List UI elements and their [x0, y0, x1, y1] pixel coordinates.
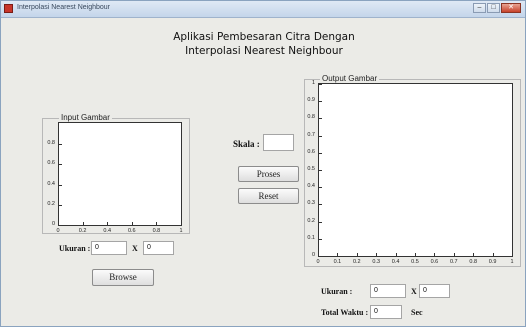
output-axes-y-tick-mark: [319, 152, 322, 154]
input-axes-x-tick-mark: [156, 222, 158, 225]
output-axes-y-tick-mark: [319, 256, 322, 257]
input-size-label: Ukuran :: [59, 244, 91, 253]
input-axes-y-tick-label: 0.2: [47, 200, 55, 207]
close-button[interactable]: ✕: [501, 3, 521, 13]
app-window: Interpolasi Nearest Neighbour ‒ □ ✕ Apli…: [0, 0, 526, 327]
input-axes-x-tick-mark: [82, 222, 84, 225]
input-axes-x-tick-label: 1: [179, 228, 183, 234]
seconds-label: Sec: [411, 308, 423, 317]
output-x-label: X: [411, 287, 417, 296]
output-axes-x-tick-mark: [434, 253, 436, 256]
input-panel-title: Input Gambar: [59, 113, 112, 122]
output-axes-y-tick-label: 0.8: [307, 114, 315, 121]
output-image-axes: [318, 83, 513, 257]
output-axes-x-tick-label: 0.4: [391, 259, 400, 265]
maximize-button[interactable]: □: [487, 3, 500, 13]
output-axes-x-tick-label: 0.6: [430, 259, 439, 265]
output-axes-x-tick-mark: [453, 253, 455, 256]
input-axes-y-tick-label: 0.4: [47, 180, 55, 187]
output-axes-x-tick-label: 1: [510, 259, 514, 265]
total-time-field[interactable]: 0: [370, 305, 402, 319]
app-heading-line2: Interpolasi Nearest Neighbour: [185, 45, 343, 57]
input-axes-y-tick-label: 0: [51, 221, 55, 227]
output-axes-x-tick-label: 0.5: [411, 259, 419, 265]
input-image-axes: [58, 122, 182, 226]
window-controls: ‒ □ ✕: [473, 3, 521, 13]
input-axes-x-tick-mark: [131, 222, 133, 225]
total-time-label: Total Waktu :: [321, 308, 369, 317]
input-axes-x-tick-mark: [107, 222, 109, 225]
output-axes-x-tick-mark: [473, 253, 475, 256]
output-axes-x-tick-mark: [415, 253, 416, 256]
window-title: Interpolasi Nearest Neighbour: [17, 4, 110, 11]
process-button[interactable]: Proses: [238, 166, 299, 182]
output-axes-x-tick-label: 0.2: [352, 259, 361, 265]
output-axes-x-tick-mark: [356, 253, 358, 256]
output-axes-y-tick-label: 0.9: [307, 97, 315, 104]
reset-button[interactable]: Reset: [238, 188, 299, 204]
output-axes-y-tick-mark: [319, 84, 322, 85]
output-axes-y-tick-label: 0.4: [307, 183, 315, 190]
input-axes-x-tick-label: 0.4: [103, 228, 112, 234]
output-axes-x-tick-label: 0.7: [449, 259, 458, 265]
minimize-button[interactable]: ‒: [473, 3, 486, 13]
input-axes-y-tick-mark: [59, 164, 62, 166]
input-axes-y-tick-mark: [59, 184, 62, 186]
output-axes-x-tick-mark: [395, 253, 397, 256]
output-axes-x-tick-label: 0.1: [333, 259, 342, 265]
output-axes-y-tick-mark: [319, 204, 322, 206]
input-axes-y-tick-label: 0.6: [47, 160, 55, 167]
scale-input[interactable]: [263, 134, 294, 151]
output-axes-y-tick-mark: [319, 118, 322, 120]
output-size-label: Ukuran :: [321, 287, 353, 296]
input-axes-x-tick-label: 0.6: [127, 228, 136, 234]
input-axes-x-tick-label: 0.8: [152, 228, 161, 234]
output-axes-y-tick-mark: [319, 101, 322, 103]
app-heading-line1: Aplikasi Pembesaran Citra Dengan: [173, 31, 355, 43]
output-axes-x-tick-label: 0.8: [469, 259, 478, 265]
output-axes-y-tick-label: 0.2: [307, 217, 315, 224]
input-axes-x-tick-mark: [58, 222, 59, 225]
output-axes-x-tick-mark: [492, 253, 494, 256]
output-axes-y-tick-mark: [319, 135, 322, 137]
input-height-field[interactable]: 0: [143, 241, 174, 255]
input-axes-x-tick-label: 0: [56, 228, 60, 234]
output-axes-x-tick-mark: [376, 253, 378, 256]
output-height-field[interactable]: 0: [419, 284, 450, 298]
input-axes-y-tick-label: 0.8: [47, 140, 55, 146]
output-axes-y-tick-label: 0.1: [307, 234, 315, 241]
input-axes-x-tick-label: 0.2: [78, 228, 87, 234]
browse-button[interactable]: Browse: [92, 269, 154, 286]
output-axes-y-tick-label: 0.5: [307, 166, 315, 172]
output-axes-y-tick-mark: [319, 221, 322, 223]
output-axes-y-tick-mark: [319, 170, 322, 171]
output-axes-x-tick-label: 0: [316, 259, 320, 265]
output-axes-y-tick-label: 0.6: [307, 148, 315, 155]
output-panel-title: Output Gambar: [320, 74, 380, 83]
input-width-field[interactable]: 0: [91, 241, 127, 255]
output-axes-y-tick-label: 0.3: [307, 200, 315, 207]
input-axes-x-tick-mark: [181, 222, 182, 225]
matlab-app-icon: [4, 4, 13, 13]
output-axes-y-tick-mark: [319, 187, 322, 189]
input-axes-y-tick-mark: [59, 204, 62, 206]
output-axes-y-tick-label: 0.7: [307, 131, 315, 138]
output-axes-x-tick-label: 0.3: [372, 259, 381, 265]
output-axes-x-tick-mark: [512, 253, 513, 256]
output-axes-x-tick-mark: [337, 253, 339, 256]
output-width-field[interactable]: 0: [370, 284, 406, 298]
output-axes-y-tick-mark: [319, 238, 322, 240]
output-axes-y-tick-label: 0: [311, 252, 315, 258]
output-axes-y-tick-label: 1: [311, 80, 315, 86]
output-axes-x-tick-mark: [318, 253, 319, 256]
input-axes-y-tick-mark: [59, 225, 62, 226]
scale-label: Skala :: [233, 139, 260, 149]
input-axes-y-tick-mark: [59, 144, 62, 145]
title-bar: Interpolasi Nearest Neighbour ‒ □ ✕: [1, 1, 525, 18]
output-axes-x-tick-label: 0.9: [488, 259, 497, 265]
input-x-label: X: [132, 244, 138, 253]
